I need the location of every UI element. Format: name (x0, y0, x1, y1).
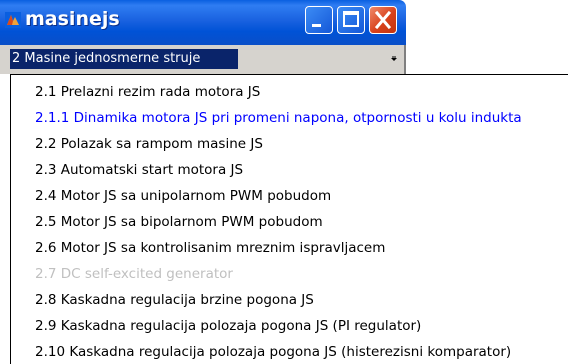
minimize-button[interactable] (305, 6, 333, 34)
list-item[interactable]: 2.9 Kaskadna regulacija polozaja pogona … (35, 318, 421, 334)
list-item[interactable]: 2.1 Prelazni rezim rada motora JS (35, 84, 260, 100)
list-item[interactable]: 2.8 Kaskadna regulacija brzine pogona JS (35, 292, 314, 308)
window-title: masinejs (25, 8, 120, 30)
list-item-disabled: 2.7 DC self-excited generator (35, 266, 233, 282)
list-item[interactable]: 2.10 Kaskadna regulacija polozaja pogona… (35, 344, 511, 360)
category-dropdown[interactable]: 2 Masine jednosmerne struje (0, 45, 406, 74)
app-logo-icon (5, 12, 21, 28)
close-icon (374, 10, 392, 30)
maximize-button[interactable] (337, 6, 365, 34)
close-button[interactable] (369, 6, 397, 34)
list-item[interactable]: 2.2 Polazak sa rampom masine JS (35, 136, 263, 152)
dropdown-list[interactable]: 2.1 Prelazni rezim rada motora JS 2.1.1 … (10, 74, 568, 364)
dropdown-selected-value[interactable]: 2 Masine jednosmerne struje (10, 49, 238, 69)
minimize-icon (312, 24, 321, 27)
list-item[interactable]: 2.3 Automatski start motora JS (35, 162, 243, 178)
maximize-icon (343, 11, 359, 27)
list-item[interactable]: 2.6 Motor JS sa kontrolisanim mreznim is… (35, 240, 385, 256)
list-item-selected[interactable]: 2.1.1 Dinamika motora JS pri promeni nap… (35, 110, 522, 126)
dropdown-arrow-icon[interactable] (388, 51, 400, 65)
title-bar[interactable]: masinejs (0, 0, 406, 45)
list-item[interactable]: 2.5 Motor JS sa bipolarnom PWM pobudom (35, 214, 323, 230)
list-item[interactable]: 2.4 Motor JS sa unipolarnom PWM pobudom (35, 188, 331, 204)
